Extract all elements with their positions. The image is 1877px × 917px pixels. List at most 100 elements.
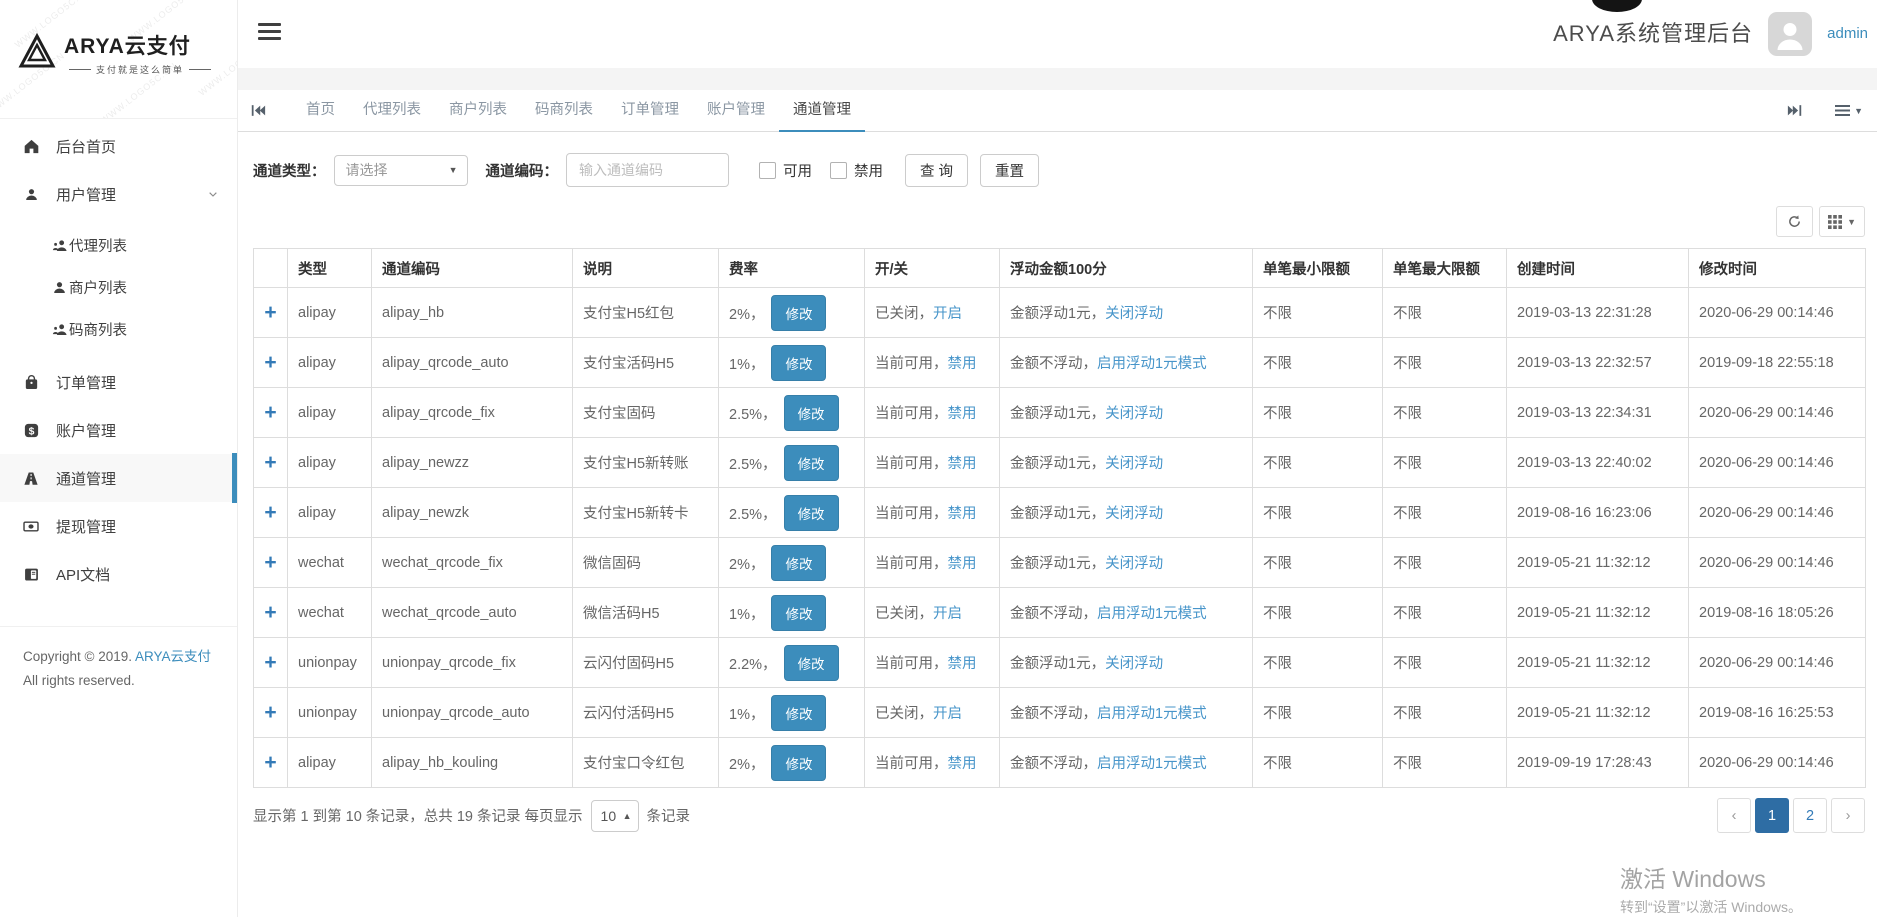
sidebar-item-users[interactable]: 用户管理 — [0, 170, 237, 218]
status-toggle-link[interactable]: 禁用 — [948, 506, 977, 522]
expand-row-icon[interactable]: + — [264, 651, 276, 674]
tab-2[interactable]: 商户列表 — [435, 90, 521, 132]
sidebar-item-accounts[interactable]: $账户管理 — [0, 406, 237, 454]
expand-row-icon[interactable]: + — [264, 501, 276, 524]
columns-button[interactable]: ▼ — [1819, 206, 1865, 237]
home-icon — [21, 138, 41, 155]
modify-button[interactable]: 修改 — [771, 745, 826, 781]
sidebar-item-orders[interactable]: 订单管理 — [0, 358, 237, 406]
disabled-label: 禁用 — [854, 160, 883, 181]
disabled-checkbox[interactable] — [830, 162, 847, 179]
expand-row-icon[interactable]: + — [264, 301, 276, 324]
expand-row-icon[interactable]: + — [264, 551, 276, 574]
table-row: +alipayalipay_qrcode_auto支付宝活码H51%，修改当前可… — [254, 338, 1866, 388]
sidebar-subitem-agent-list[interactable]: 代理列表 — [0, 224, 237, 266]
status-toggle-link[interactable]: 禁用 — [948, 456, 977, 472]
next-page-button[interactable]: › — [1831, 798, 1865, 833]
filter-bar: 通道类型： 请选择 ▼ 通道编码： 可用 禁用 查 询 重置 — [253, 153, 1865, 187]
user-icon — [21, 187, 41, 202]
refresh-button[interactable] — [1776, 206, 1813, 237]
search-button[interactable]: 查 询 — [905, 154, 968, 187]
float-toggle-link[interactable]: 关闭浮动 — [1105, 456, 1163, 472]
cell-status: 当前可用，禁用 — [865, 488, 1000, 538]
cell-type: wechat — [288, 538, 372, 588]
cell-created: 2019-05-21 11:32:12 — [1507, 688, 1689, 738]
modify-button[interactable]: 修改 — [771, 545, 826, 581]
float-toggle-link[interactable]: 关闭浮动 — [1105, 306, 1163, 322]
chevron-down-icon: ▼ — [449, 165, 458, 175]
status-toggle-link[interactable]: 禁用 — [948, 656, 977, 672]
float-toggle-link[interactable]: 关闭浮动 — [1105, 406, 1163, 422]
page-button-1[interactable]: 1 — [1755, 798, 1789, 833]
tab-1[interactable]: 代理列表 — [349, 90, 435, 132]
cell-desc: 支付宝固码 — [573, 388, 719, 438]
status-toggle-link[interactable]: 禁用 — [948, 356, 977, 372]
brand-tagline: 支付就是这么简单 — [64, 63, 216, 76]
status-toggle-link[interactable]: 禁用 — [948, 556, 977, 572]
channel-code-input[interactable] — [566, 153, 729, 187]
float-toggle-link[interactable]: 启用浮动1元模式 — [1097, 706, 1207, 722]
tab-4[interactable]: 订单管理 — [607, 90, 693, 132]
status-toggle-link[interactable]: 开启 — [933, 706, 962, 722]
status-toggle-link[interactable]: 开启 — [933, 306, 962, 322]
cell-status: 已关闭，开启 — [865, 588, 1000, 638]
avatar[interactable] — [1768, 12, 1812, 56]
modify-button[interactable]: 修改 — [771, 695, 826, 731]
float-toggle-link[interactable]: 关闭浮动 — [1105, 656, 1163, 672]
channel-type-select[interactable]: 请选择 ▼ — [334, 155, 468, 186]
page-size-select[interactable]: 10 ▲ — [591, 800, 639, 832]
float-toggle-link[interactable]: 启用浮动1元模式 — [1097, 756, 1207, 772]
modify-button[interactable]: 修改 — [771, 295, 826, 331]
expand-row-icon[interactable]: + — [264, 601, 276, 624]
road-icon — [21, 470, 41, 487]
tab-list-dropdown-icon[interactable]: ▼ — [1835, 104, 1863, 117]
sidebar-item-withdraw[interactable]: 提现管理 — [0, 502, 237, 550]
sidebar-item-home[interactable]: 后台首页 — [0, 122, 237, 170]
tab-6[interactable]: 通道管理 — [779, 90, 865, 132]
expand-row-icon[interactable]: + — [264, 751, 276, 774]
expand-row-icon[interactable]: + — [264, 451, 276, 474]
reset-button[interactable]: 重置 — [980, 154, 1039, 187]
modify-button[interactable]: 修改 — [784, 445, 839, 481]
tab-0[interactable]: 首页 — [292, 90, 349, 132]
cell-rate: 2.2%，修改 — [719, 638, 865, 688]
expand-row-icon[interactable]: + — [264, 401, 276, 424]
float-toggle-link[interactable]: 启用浮动1元模式 — [1097, 356, 1207, 372]
float-toggle-link[interactable]: 启用浮动1元模式 — [1097, 606, 1207, 622]
modify-button[interactable]: 修改 — [771, 595, 826, 631]
sidebar-subitem-merchant-list[interactable]: 商户列表 — [0, 266, 237, 308]
cell-min: 不限 — [1253, 738, 1383, 788]
available-checkbox[interactable] — [759, 162, 776, 179]
float-toggle-link[interactable]: 关闭浮动 — [1105, 506, 1163, 522]
tab-5[interactable]: 账户管理 — [693, 90, 779, 132]
sidebar-subitem-qr-merchant-list[interactable]: 码商列表 — [0, 308, 237, 350]
modify-button[interactable]: 修改 — [784, 395, 839, 431]
expand-row-icon[interactable]: + — [264, 351, 276, 374]
modify-button[interactable]: 修改 — [771, 345, 826, 381]
cell-modified: 2020-06-29 00:14:46 — [1689, 438, 1866, 488]
modify-button[interactable]: 修改 — [784, 495, 839, 531]
scroll-tabs-left-icon[interactable] — [238, 103, 278, 118]
sidebar-item-api-doc[interactable]: API文档 — [0, 550, 237, 598]
scroll-tabs-right-icon[interactable] — [1777, 103, 1813, 118]
prev-page-button[interactable]: ‹ — [1717, 798, 1751, 833]
status-toggle-link[interactable]: 开启 — [933, 606, 962, 622]
cell-modified: 2019-08-16 18:05:26 — [1689, 588, 1866, 638]
page-button-2[interactable]: 2 — [1793, 798, 1827, 833]
float-toggle-link[interactable]: 关闭浮动 — [1105, 556, 1163, 572]
sidebar-toggle-icon[interactable] — [258, 23, 281, 44]
cell-code: alipay_hb_kouling — [372, 738, 573, 788]
sidebar-item-channels[interactable]: 通道管理 — [0, 454, 237, 502]
cell-created: 2019-03-13 22:34:31 — [1507, 388, 1689, 438]
cell-desc: 微信固码 — [573, 538, 719, 588]
copyright-brand-link[interactable]: ARYA云支付 — [135, 649, 211, 664]
admin-user-link[interactable]: admin — [1827, 0, 1868, 68]
expand-row-icon[interactable]: + — [264, 701, 276, 724]
cell-code: alipay_qrcode_fix — [372, 388, 573, 438]
cell-float: 金额不浮动，启用浮动1元模式 — [1000, 738, 1253, 788]
modify-button[interactable]: 修改 — [784, 645, 839, 681]
cell-rate: 1%，修改 — [719, 588, 865, 638]
tab-3[interactable]: 码商列表 — [521, 90, 607, 132]
status-toggle-link[interactable]: 禁用 — [948, 406, 977, 422]
status-toggle-link[interactable]: 禁用 — [948, 756, 977, 772]
